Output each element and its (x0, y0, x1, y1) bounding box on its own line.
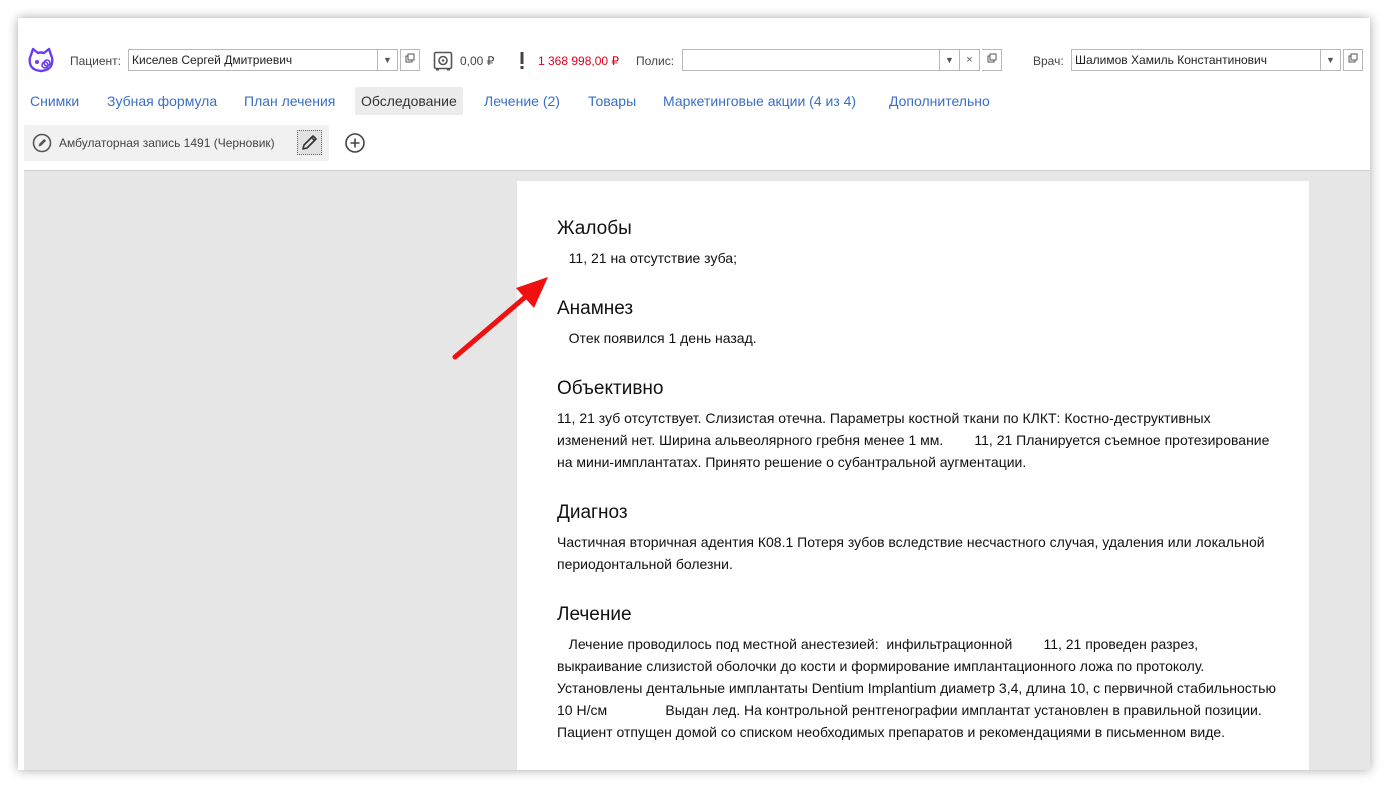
anamnesis-heading: Анамнез (557, 298, 634, 319)
treatment-text: Лечение проводилось под местной анестези… (557, 636, 1280, 740)
safe-icon[interactable] (433, 51, 453, 71)
patient-dropdown-button[interactable]: ▼ (378, 49, 398, 71)
document-page: Жалобы 11, 21 на отсутствие зуба; Анамне… (517, 181, 1309, 770)
patient-label: Пациент: (70, 54, 122, 68)
header-bar: Пациент: Киселев Сергей Дмитриевич ▼ 0,0… (18, 46, 1370, 76)
open-window-icon (1348, 53, 1358, 63)
doctor-field[interactable]: Шалимов Хамиль Константинович (1071, 49, 1321, 71)
policy-clear-button[interactable]: × (960, 49, 980, 71)
diagnosis-text: Частичная вторичная адентия К08.1 Потеря… (557, 534, 1269, 572)
objective-heading: Объективно (557, 378, 664, 399)
patient-open-button[interactable] (400, 49, 420, 71)
anamnesis-text: Отек появился 1 день назад. (557, 330, 757, 346)
doctor-dropdown-button[interactable]: ▼ (1321, 49, 1341, 71)
record-label: Амбулаторная запись 1491 (Черновик) (59, 136, 275, 150)
policy-dropdown-button[interactable]: ▼ (940, 49, 960, 71)
diagnosis-heading: Диагноз (557, 502, 628, 523)
edit-circle-icon (32, 133, 52, 153)
exclamation-icon (519, 51, 525, 71)
treatment-heading: Лечение (557, 604, 632, 625)
patient-field[interactable]: Киселев Сергей Дмитриевич (128, 49, 378, 71)
policy-open-button[interactable] (982, 49, 1002, 71)
plus-circle-icon[interactable] (344, 132, 366, 154)
app-window: Пациент: Киселев Сергей Дмитриевич ▼ 0,0… (18, 18, 1370, 770)
open-window-icon (405, 53, 415, 63)
complaints-text: 11, 21 на отсутствие зуба; (557, 250, 737, 266)
tab-examination[interactable]: Обследование (355, 87, 463, 115)
pencil-icon[interactable] (297, 130, 322, 155)
doctor-label: Врач: (1033, 54, 1064, 68)
tab-snimki[interactable]: Снимки (24, 87, 85, 115)
tab-treatment-plan[interactable]: План лечения (238, 87, 341, 115)
doctor-open-button[interactable] (1343, 49, 1363, 71)
cat-logo-icon[interactable] (26, 46, 56, 76)
ambulatory-record-button[interactable]: Амбулаторная запись 1491 (Черновик) (24, 125, 329, 161)
objective-text: 11, 21 зуб отсутствует. Слизистая отечна… (557, 410, 1274, 470)
policy-field[interactable] (682, 49, 940, 71)
complaints-heading: Жалобы (557, 218, 632, 239)
policy-label: Полис: (636, 54, 675, 68)
tab-treatment[interactable]: Лечение (2) (478, 87, 566, 115)
document-viewer[interactable]: Жалобы 11, 21 на отсутствие зуба; Анамне… (24, 170, 1370, 770)
balance-value: 0,00 ₽ (460, 54, 495, 68)
tab-marketing[interactable]: Маркетинговые акции (4 из 4) (657, 87, 862, 115)
tab-additional[interactable]: Дополнительно (883, 87, 996, 115)
debt-value: 1 368 998,00 ₽ (538, 54, 620, 68)
tab-goods[interactable]: Товары (582, 87, 642, 115)
tab-dental-formula[interactable]: Зубная формула (101, 87, 223, 115)
open-window-icon (987, 53, 996, 63)
